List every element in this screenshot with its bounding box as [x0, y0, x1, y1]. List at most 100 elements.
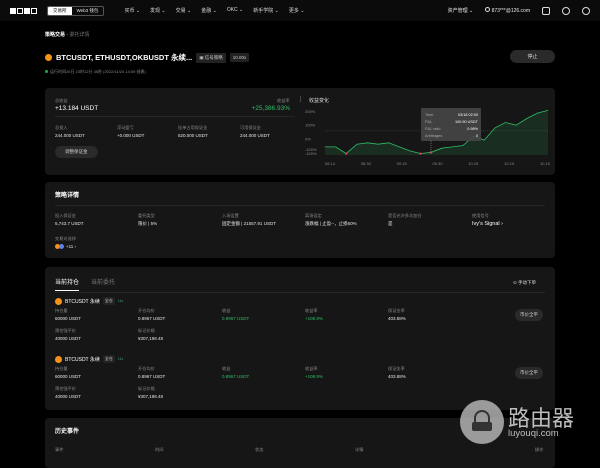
- tooltip-value: 0.98%: [467, 127, 478, 131]
- market-close-button[interactable]: 市价全平: [515, 367, 543, 379]
- leverage-tag: 10.00x: [229, 53, 250, 62]
- detail-item: 是否允许多次加仓是: [388, 213, 422, 226]
- rate-value: +25,386.93%: [251, 105, 291, 112]
- total-value: +13.184 USDT: [55, 105, 99, 112]
- rate-label: 收益率: [277, 98, 290, 103]
- coin-icon: [59, 244, 64, 249]
- y-tick-label: 0%: [305, 136, 311, 141]
- y-tick-label: -100%: [305, 151, 317, 156]
- manual-order-button[interactable]: ⊙ 手动下单: [513, 280, 536, 286]
- assets-menu[interactable]: 资产管理 ⌄: [448, 7, 474, 14]
- data-point: [335, 146, 336, 148]
- globe-icon[interactable]: [582, 6, 590, 15]
- okx-logo[interactable]: [10, 7, 37, 14]
- tab-current-orders[interactable]: 当前委托: [91, 277, 115, 291]
- data-point: [505, 122, 506, 123]
- breadcrumb: 策略交易 › 委托详情: [45, 31, 89, 38]
- chart-title: 收益变化: [309, 98, 330, 104]
- detail-item: 投入保证金 5,743.7 USDT: [55, 213, 84, 226]
- pairs-selector[interactable]: 交易对选择 +11 ›: [55, 236, 76, 249]
- leverage-label: 11x: [117, 357, 124, 361]
- data-point: [494, 127, 496, 129]
- position-field: 收益 0.8967 USDT: [222, 366, 250, 379]
- menu-buy[interactable]: 买币 ⌄: [124, 7, 140, 14]
- x-tick-label: 10.15: [468, 161, 479, 166]
- position-field: 收益率 +108.9%: [305, 366, 323, 379]
- detail-item: 入场设置 固定金额 | 21557.91 USDT: [222, 213, 276, 226]
- col-detail: 详情: [355, 447, 364, 452]
- x-tick-label: 09.30: [433, 161, 444, 166]
- data-point: [483, 139, 485, 141]
- data-point: [526, 118, 528, 119]
- page-header: BTCUSDT, ETHUSDT,OKBUSDT 永续... ▣ 信号策略 10…: [45, 52, 250, 63]
- position-field: 收益 0.8967 USDT: [222, 308, 250, 321]
- margin-mode-tag: 全仓: [102, 297, 115, 305]
- detail-item: 离场设定 涨跌幅 | 止盈--，止损60%: [305, 213, 357, 226]
- coin-icon: [45, 54, 52, 61]
- menu-finance[interactable]: 金融 ⌄: [201, 7, 217, 14]
- watermark-logo: [460, 400, 504, 444]
- data-point: [388, 142, 390, 144]
- bell-icon[interactable]: [562, 6, 570, 15]
- stop-button[interactable]: 停止: [510, 50, 555, 63]
- x-tick-label: 10.15: [540, 161, 551, 166]
- menu-academy[interactable]: 新手学院 ⌄: [253, 7, 279, 14]
- menu-trade[interactable]: 交易 ⌄: [176, 7, 192, 14]
- position-field: 开仓均价 0.8967 USDT: [138, 366, 166, 379]
- data-point: [409, 150, 411, 152]
- tooltip-label: Time: [425, 113, 433, 117]
- positions-card: 当前持仓 当前委托 ⊙ 手动下单 BTCUSDT 永续 全仓 11x 持仓量 60000…: [45, 267, 555, 410]
- history-title: 历史事件: [55, 429, 80, 435]
- data-point: [367, 142, 368, 144]
- x-tick-label: 08.14: [325, 161, 336, 166]
- download-icon[interactable]: [542, 6, 550, 15]
- data-point: [452, 146, 453, 148]
- leverage-label: 11x: [117, 299, 124, 303]
- coin-icon: [55, 355, 62, 363]
- data-point: [356, 143, 358, 145]
- tooltip-value: 03/18 02:00: [458, 113, 478, 117]
- stat: 挂单占用保证金 520.000 USDT: [178, 125, 208, 138]
- tooltip-value: 100.90 USDT: [455, 120, 479, 124]
- menu-discover[interactable]: 发现 ⌄: [150, 7, 166, 14]
- position-field: 预估强平价 40000 USDT: [55, 328, 82, 341]
- pnl-chart[interactable]: 200%100%0%-100%-100%08.14 08.30 09.15 09.30…: [303, 105, 553, 170]
- summary-card: 总收益 +13.184 USDT 收益率 +25,386.93% 总投入 244.…: [45, 88, 555, 175]
- data-point: [537, 112, 538, 114]
- pairs-count: +11 ›: [66, 244, 77, 249]
- stat: 可用保证金 244.000 USDT: [240, 125, 270, 138]
- total-label: 总收益: [55, 98, 68, 103]
- tab-web3[interactable]: Web3 钱包: [72, 7, 104, 15]
- adjust-margin-button[interactable]: 调整保证金: [55, 146, 98, 158]
- position-field: 持仓量 60000 USDT: [55, 366, 82, 379]
- menu-more[interactable]: 更多 ⌄: [289, 7, 305, 14]
- tab-exchange[interactable]: 交易所: [48, 6, 72, 15]
- y-tick-label: 100%: [305, 123, 316, 128]
- data-point: [462, 145, 464, 146]
- status-dot: [45, 70, 48, 73]
- user-menu[interactable]: 873***@126.com: [485, 7, 530, 14]
- menu-okc[interactable]: OKC ⌄: [227, 7, 243, 14]
- market-close-button[interactable]: 市价全平: [515, 309, 543, 321]
- x-tick-label: 10.15: [504, 161, 515, 166]
- manual-order-label: 手动下单: [518, 280, 537, 285]
- tooltip-label: Arbitrages: [425, 134, 442, 138]
- user-email: 873***@126.com: [491, 8, 530, 14]
- tab-current-positions[interactable]: 当前持仓: [55, 277, 80, 291]
- position-field: 收益率 +108.9%: [305, 308, 323, 321]
- runtime-text: 运行时间26日 23时12分 35秒 (2022/11/24 14:59 创建): [50, 69, 146, 74]
- mode-switch: 交易所 Web3 钱包: [47, 5, 105, 16]
- col-status: 状态: [255, 447, 264, 452]
- data-point: [324, 146, 326, 148]
- data-point: [515, 124, 517, 126]
- top-nav: 交易所 Web3 钱包 买币 ⌄ 发现 ⌄ 交易 ⌄ 金融 ⌄ OKC ⌄ 新手…: [0, 0, 600, 21]
- position-header: BTCUSDT 永续 全仓 11x: [55, 355, 123, 363]
- x-tick-label: 08.30: [361, 161, 372, 166]
- signal-link[interactable]: 使用信号 Ivy's Signal ›: [472, 213, 503, 227]
- breadcrumb-root[interactable]: 策略交易: [45, 32, 65, 38]
- pairs-label: 交易对选择: [55, 236, 76, 241]
- tooltip-label: P&L: [425, 120, 432, 124]
- page-title: BTCUSDT, ETHUSDT,OKBUSDT 永续...: [56, 53, 193, 62]
- user-icon: [485, 7, 491, 12]
- position-field: 保证金率 403.88%: [388, 366, 406, 379]
